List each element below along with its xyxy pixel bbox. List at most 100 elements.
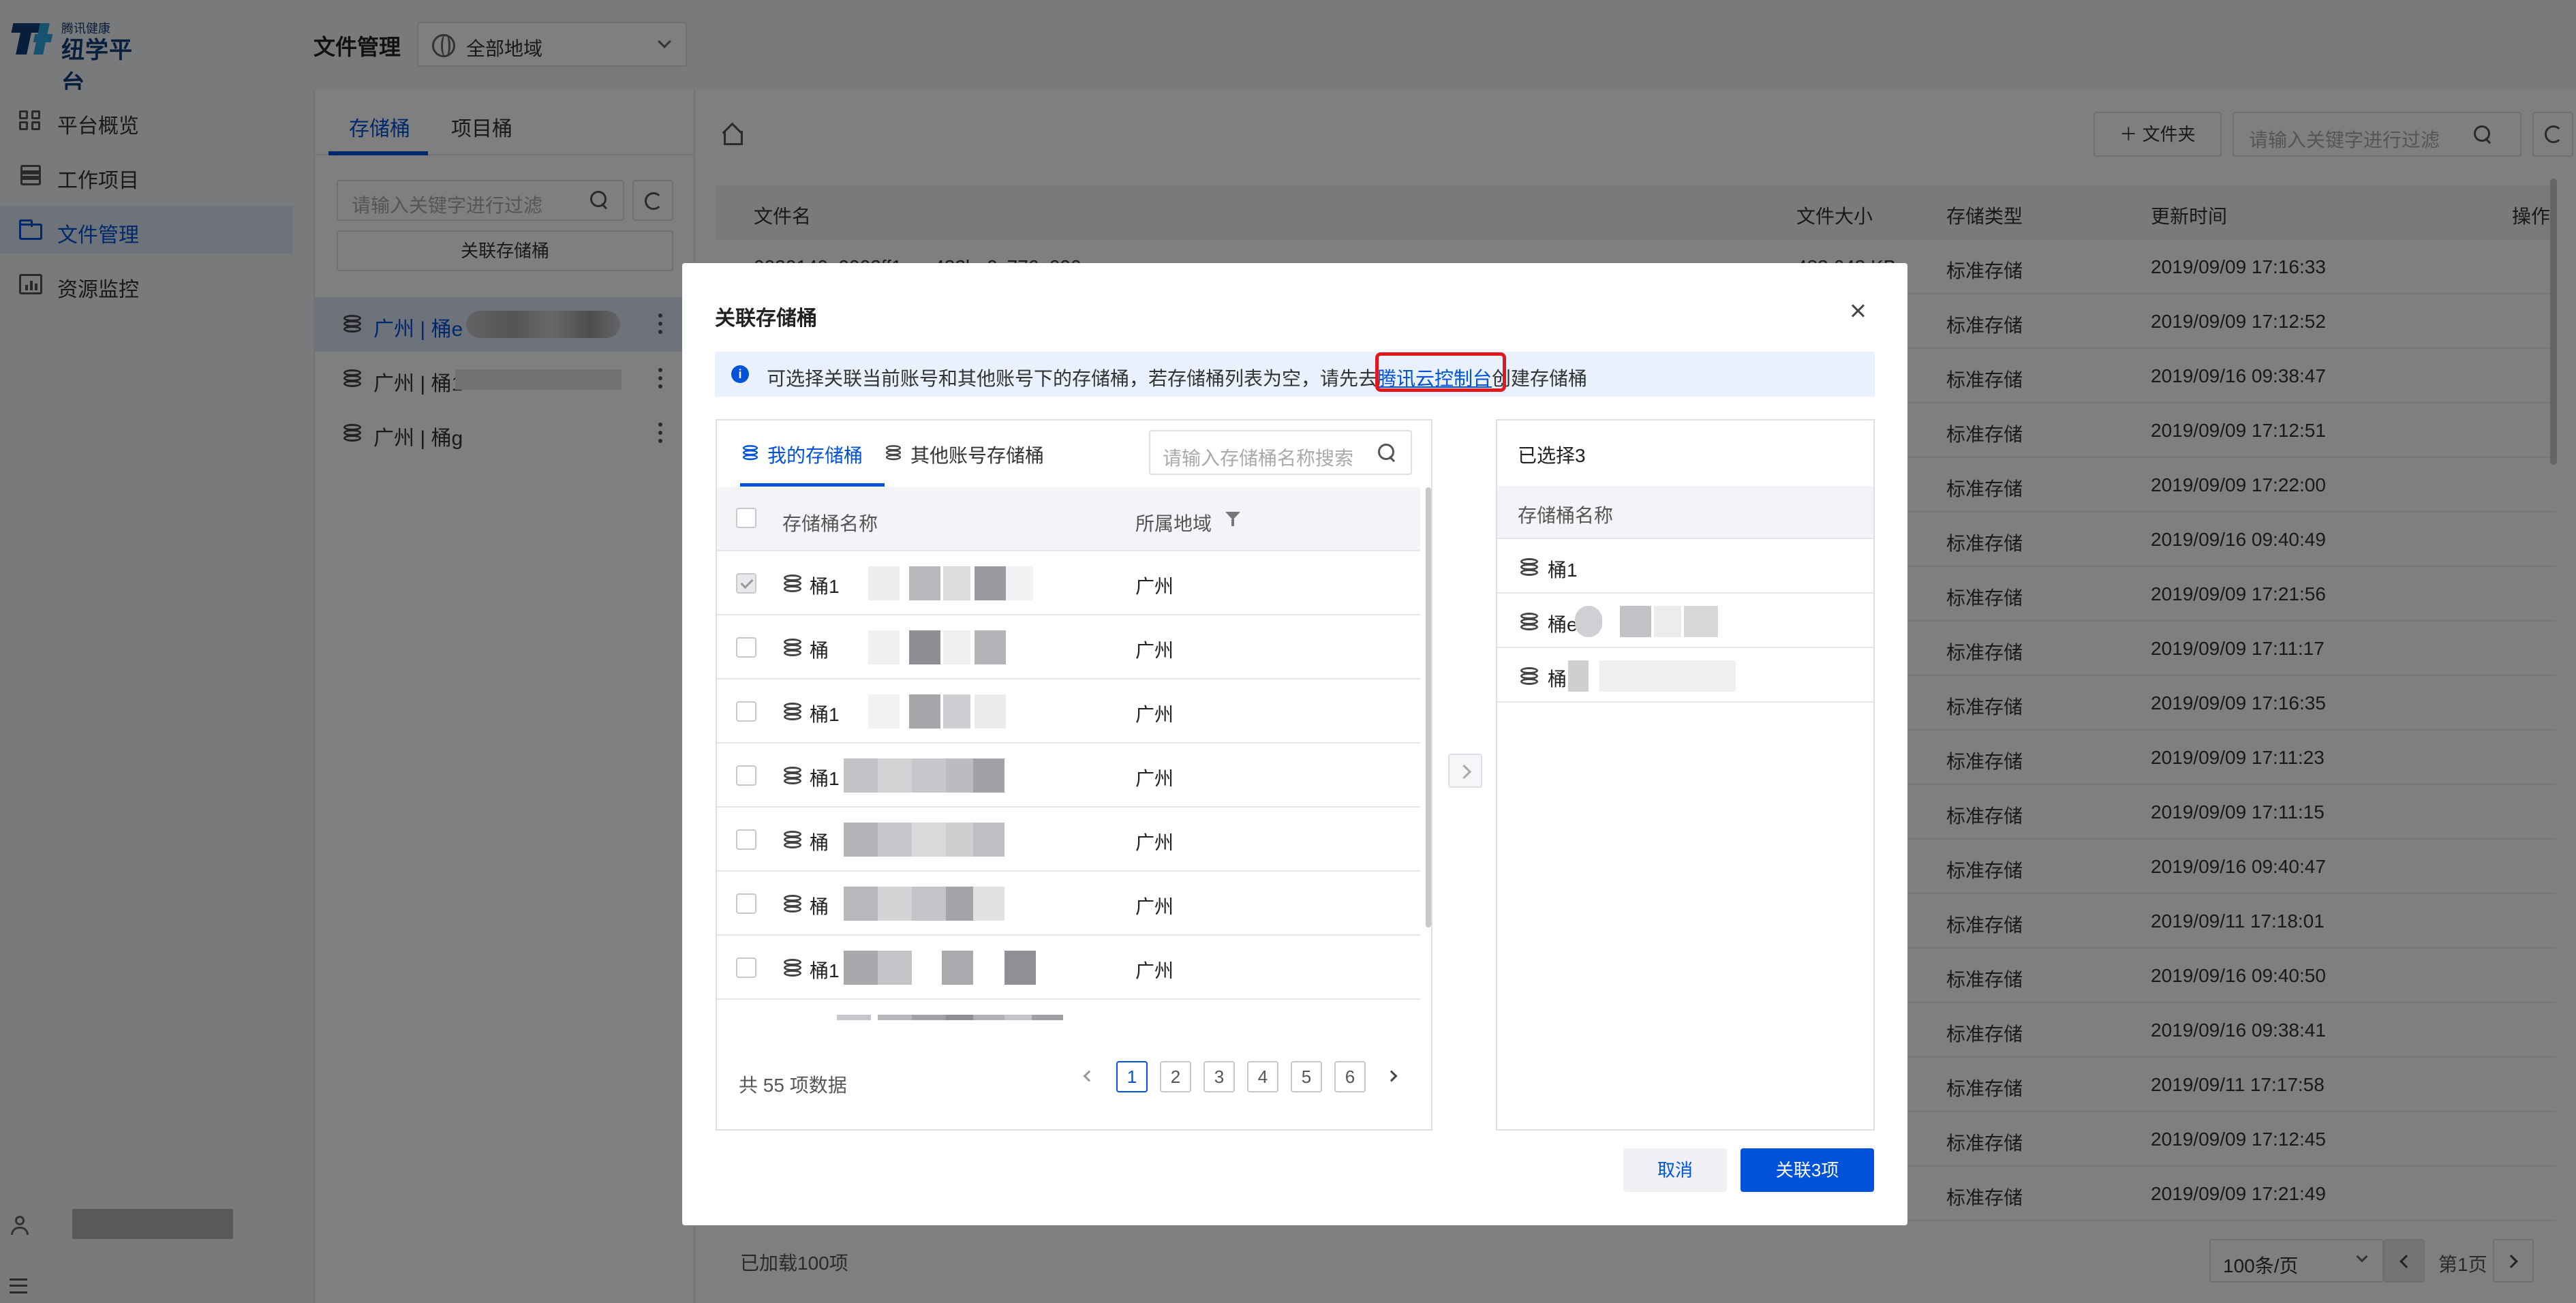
total-count: 共 55 项数据 — [739, 1075, 847, 1096]
database-icon — [1520, 558, 1538, 577]
redacted-name — [912, 887, 946, 921]
row-checkbox[interactable] — [736, 637, 756, 658]
database-icon — [784, 639, 801, 658]
redacted-name — [975, 630, 1006, 664]
redacted-name — [1005, 1015, 1032, 1020]
page-button[interactable]: 1 — [1116, 1061, 1148, 1092]
redacted-name — [868, 630, 900, 664]
highlight-annotation — [1375, 352, 1506, 392]
info-icon: i — [731, 365, 749, 383]
bucket-name: 桶1 — [810, 960, 840, 981]
selected-item[interactable]: 桶 — [1497, 648, 1873, 703]
redacted-name — [1575, 606, 1602, 637]
chevron-left-icon[interactable] — [1083, 1070, 1095, 1082]
redacted-name — [878, 887, 912, 921]
database-icon — [784, 574, 801, 594]
redacted-name — [946, 887, 973, 921]
bucket-row[interactable]: 桶1 广州 — [717, 551, 1420, 615]
column-header-bucket-name: 存储桶名称 — [1518, 505, 1614, 526]
redacted-name — [912, 758, 946, 793]
selected-table-header: 存储桶名称 — [1497, 486, 1873, 539]
redacted-name — [909, 630, 940, 664]
row-checkbox[interactable] — [736, 829, 756, 850]
cancel-button[interactable]: 取消 — [1623, 1148, 1727, 1192]
page-button[interactable]: 4 — [1247, 1061, 1278, 1092]
selected-buckets-panel: 已选择3 存储桶名称 桶1 桶e 桶 — [1496, 419, 1875, 1131]
bucket-list-panel: 我的存储桶 其他账号存储桶 请输入存储桶名称搜索 存储桶名称 所属地域 桶1 广州… — [716, 419, 1432, 1131]
bucket-region: 广州 — [1135, 576, 1174, 597]
database-icon — [784, 959, 801, 978]
bucket-region: 广州 — [1135, 640, 1174, 661]
chevron-right-icon[interactable] — [1385, 1070, 1398, 1082]
bucket-region: 广州 — [1135, 768, 1174, 789]
redacted-name — [946, 823, 973, 857]
selected-item[interactable]: 桶e — [1497, 594, 1873, 648]
redacted-name — [943, 630, 970, 664]
bucket-region: 广州 — [1135, 832, 1174, 853]
page-button[interactable]: 3 — [1203, 1061, 1235, 1092]
redacted-name — [878, 1015, 912, 1020]
bucket-region: 广州 — [1135, 896, 1174, 917]
bucket-row[interactable]: 桶1 广州 — [717, 679, 1420, 744]
redacted-name — [1005, 951, 1036, 985]
bucket-row[interactable]: 桶 广州 — [717, 872, 1420, 936]
row-checkbox[interactable] — [736, 893, 756, 914]
database-icon — [784, 703, 801, 722]
bucket-name: 桶1 — [810, 704, 840, 725]
page-button[interactable]: 5 — [1291, 1061, 1322, 1092]
redacted-name — [973, 823, 1005, 857]
redacted-name — [946, 1015, 973, 1020]
info-banner: i 可选择关联当前账号和其他账号下的存储桶，若存储桶列表为空，请先去腾讯云控制台… — [715, 352, 1875, 397]
bucket-row[interactable]: 桶1 广州 — [717, 936, 1420, 1000]
redacted-name — [844, 951, 878, 985]
page-button[interactable]: 6 — [1334, 1061, 1366, 1092]
redacted-name — [943, 566, 970, 600]
database-icon — [1520, 667, 1538, 686]
database-icon — [784, 895, 801, 914]
redacted-name — [844, 758, 878, 793]
redacted-name — [844, 887, 878, 921]
redacted-name — [973, 887, 1005, 921]
bucket-row[interactable]: 桶1 广州 — [717, 744, 1420, 808]
info-text-suffix: 创建存储桶 — [1492, 368, 1588, 389]
selected-item[interactable]: 桶1 — [1497, 539, 1873, 594]
database-icon — [1520, 613, 1538, 632]
redacted-name — [878, 823, 912, 857]
redacted-name — [1006, 566, 1033, 600]
redacted-name — [975, 694, 1006, 729]
bucket-row[interactable]: 桶 广州 — [717, 808, 1420, 872]
redacted-name — [1654, 606, 1681, 637]
link-bucket-dialog: 关联存储桶 i 可选择关联当前账号和其他账号下的存储桶，若存储桶列表为空，请先去… — [682, 263, 1907, 1225]
redacted-name — [1684, 606, 1718, 637]
confirm-link-button[interactable]: 关联3项 — [1741, 1148, 1874, 1192]
redacted-name — [1568, 660, 1589, 692]
redacted-name — [1032, 1015, 1063, 1020]
selected-item-label: 桶e — [1548, 614, 1578, 635]
redacted-name — [943, 694, 970, 729]
selected-item-label: 桶 — [1548, 669, 1567, 690]
scrollbar[interactable] — [1426, 487, 1431, 928]
redacted-name — [912, 1015, 946, 1020]
redacted-name — [868, 694, 900, 729]
bucket-row[interactable]: 桶广州 — [717, 1000, 1420, 1020]
database-icon — [784, 767, 801, 786]
bucket-row[interactable]: 桶广州 — [717, 615, 1420, 679]
redacted-name — [973, 758, 1005, 793]
row-checkbox[interactable] — [736, 765, 756, 786]
close-icon[interactable] — [1849, 303, 1867, 320]
bucket-name: 桶 — [810, 832, 829, 853]
redacted-name — [909, 694, 940, 729]
transfer-right-button[interactable] — [1448, 754, 1482, 788]
redacted-name — [868, 566, 900, 600]
redacted-name — [975, 566, 1006, 600]
bucket-name: 桶 — [810, 896, 829, 917]
redacted-name — [878, 951, 912, 985]
database-icon — [784, 831, 801, 850]
page-button[interactable]: 2 — [1160, 1061, 1191, 1092]
selected-item-label: 桶1 — [1548, 559, 1578, 581]
row-checkbox[interactable] — [736, 957, 756, 978]
redacted-name — [844, 823, 878, 857]
row-checkbox[interactable] — [736, 573, 756, 594]
redacted-name — [942, 951, 973, 985]
row-checkbox[interactable] — [736, 701, 756, 722]
